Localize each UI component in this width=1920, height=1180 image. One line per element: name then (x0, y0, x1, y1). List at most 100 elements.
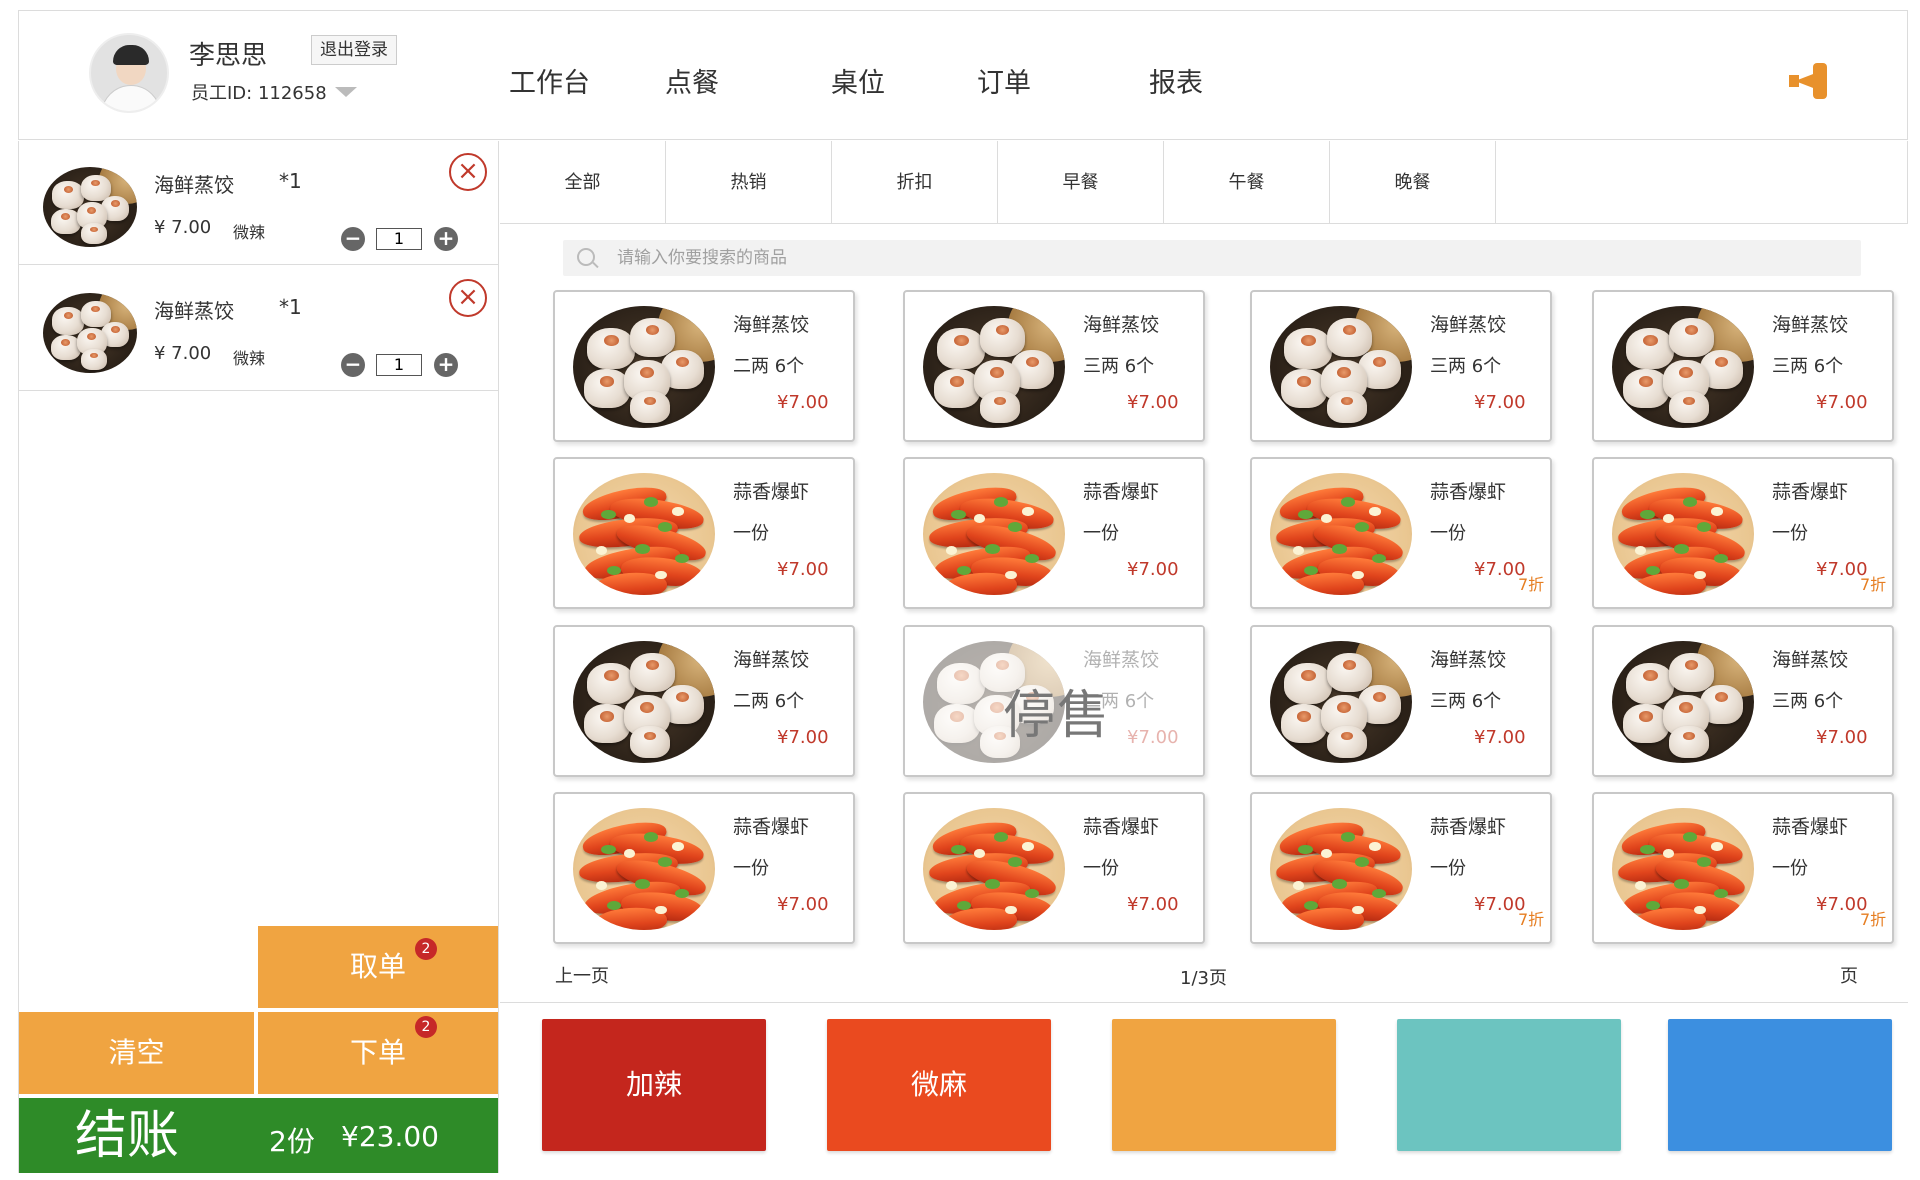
taste-button-3[interactable] (1112, 1019, 1336, 1151)
increase-quantity-icon[interactable]: + (434, 227, 458, 251)
product-card[interactable]: 蒜香爆虾 一份 ¥7.00 7折 (1592, 792, 1894, 944)
cart-item: 海鲜蒸饺 *1 ¥ 7.00 微辣 × −1 + (19, 141, 498, 265)
product-name: 蒜香爆虾 (1430, 816, 1507, 838)
nav-orders[interactable]: 订单 (977, 61, 1031, 100)
tab-hot[interactable]: 热销 (666, 141, 832, 224)
product-card[interactable]: 蒜香爆虾 一份 ¥7.00 (553, 457, 855, 609)
product-card[interactable]: 蒜香爆虾 一份 ¥7.00 7折 (1250, 457, 1552, 609)
quantity-input[interactable]: 1 (376, 228, 422, 250)
product-image (1612, 473, 1754, 595)
search-icon (577, 248, 595, 266)
tab-lunch[interactable]: 午餐 (1164, 141, 1330, 224)
product-price: ¥7.00 (777, 392, 829, 413)
clear-cart-button[interactable]: 清空 (19, 1012, 254, 1094)
product-card[interactable]: 蒜香爆虾 一份 ¥7.00 (553, 792, 855, 944)
product-spec: 一份 (1430, 523, 1466, 544)
product-name: 海鲜蒸饺 (733, 314, 810, 336)
product-image (1270, 306, 1412, 428)
product-name: 海鲜蒸饺 (733, 649, 810, 671)
remove-item-icon[interactable]: × (449, 153, 487, 191)
product-spec: 三两 6个 (1772, 691, 1844, 712)
product-spec: 三两 6个 (1772, 356, 1844, 377)
taste-button-4[interactable] (1397, 1019, 1621, 1151)
logout-button[interactable]: 退出登录 (311, 35, 397, 65)
tab-all[interactable]: 全部 (500, 141, 666, 224)
increase-quantity-icon[interactable]: + (434, 353, 458, 377)
product-card[interactable]: 海鲜蒸饺 三两 6个 ¥7.00 (1250, 625, 1552, 777)
place-order-button[interactable]: 下单 2 (258, 1012, 498, 1094)
product-name: 蒜香爆虾 (733, 481, 810, 503)
product-card[interactable]: 蒜香爆虾 一份 ¥7.00 (903, 457, 1205, 609)
product-discount: 7折 (1518, 575, 1545, 594)
product-card[interactable]: 海鲜蒸饺 三两 6个 ¥7.00 (1592, 290, 1894, 442)
product-spec: 一份 (1430, 858, 1466, 879)
product-name: 蒜香爆虾 (1430, 481, 1507, 503)
product-image (923, 808, 1065, 930)
checkout-total: ¥23.00 (341, 1120, 439, 1153)
product-price: ¥7.00 (1127, 894, 1179, 915)
nav-reports[interactable]: 报表 (1149, 61, 1203, 100)
tab-dinner[interactable]: 晚餐 (1330, 141, 1496, 224)
product-card[interactable]: 海鲜蒸饺二两 6个¥7.00停售 (903, 625, 1205, 777)
product-image (1612, 641, 1754, 763)
search-input[interactable] (617, 240, 1847, 276)
user-name: 李思思 (189, 41, 268, 71)
tab-breakfast[interactable]: 早餐 (998, 141, 1164, 224)
cart-item-image (43, 167, 137, 247)
cart-item-taste: 微辣 (233, 223, 266, 242)
nav-workbench[interactable]: 工作台 (509, 61, 590, 100)
product-name: 海鲜蒸饺 (1430, 649, 1507, 671)
product-card[interactable]: 海鲜蒸饺二两 6个 ¥7.00 (553, 625, 855, 777)
decrease-quantity-icon[interactable]: − (341, 353, 365, 377)
taste-button-mild-numbing[interactable]: 微麻 (827, 1019, 1051, 1151)
product-spec: 二两 6个 (733, 356, 805, 377)
nav-order-food[interactable]: 点餐 (665, 61, 719, 100)
cart-item-price: ¥ 7.00 (154, 343, 212, 364)
quantity-input[interactable]: 1 (376, 354, 422, 376)
chevron-down-icon[interactable] (335, 87, 357, 97)
fetch-order-label: 取单 (349, 950, 406, 983)
cart-item-name: 海鲜蒸饺 (154, 173, 234, 197)
fetch-order-button[interactable]: 取单 2 (258, 926, 498, 1008)
product-card[interactable]: 海鲜蒸饺 三两 6个 ¥7.00 (1592, 625, 1894, 777)
product-image (923, 306, 1065, 428)
taste-button-5[interactable] (1668, 1019, 1892, 1151)
product-name: 蒜香爆虾 (1772, 816, 1849, 838)
megaphone-icon[interactable] (1789, 61, 1831, 101)
tab-discount[interactable]: 折扣 (832, 141, 998, 224)
avatar[interactable] (89, 33, 169, 113)
product-price: ¥7.00 (777, 727, 829, 748)
cart-item-count: *1 (279, 295, 302, 319)
product-card[interactable]: 海鲜蒸饺二两 6个 ¥7.00 (553, 290, 855, 442)
product-price: ¥7.00 (1816, 727, 1868, 748)
cart-item-taste: 微辣 (233, 349, 266, 368)
category-tabs: 全部 热销 折扣 早餐 午餐 晚餐 (500, 141, 1908, 224)
cart-item-count: *1 (279, 169, 302, 193)
product-name: 海鲜蒸饺 (1772, 314, 1849, 336)
taste-button-extra-spicy[interactable]: 加辣 (542, 1019, 766, 1151)
checkout-count: 2份 (269, 1125, 315, 1158)
nav-tables[interactable]: 桌位 (831, 61, 885, 100)
cart-item-price: ¥ 7.00 (154, 217, 212, 238)
product-card[interactable]: 蒜香爆虾 一份 ¥7.00 (903, 792, 1205, 944)
product-spec: 三两 6个 (1430, 691, 1502, 712)
product-spec: 一份 (733, 523, 769, 544)
product-card[interactable]: 蒜香爆虾 一份 ¥7.00 7折 (1592, 457, 1894, 609)
pager-prev-button[interactable]: 上一页 (555, 962, 609, 988)
product-name: 蒜香爆虾 (1083, 481, 1160, 503)
product-image (573, 473, 715, 595)
product-discount: 7折 (1860, 910, 1887, 929)
product-spec: 一份 (733, 858, 769, 879)
product-card[interactable]: 蒜香爆虾 一份 ¥7.00 7折 (1250, 792, 1552, 944)
pager-next-button[interactable]: 页 (1840, 962, 1858, 988)
product-image (1612, 306, 1754, 428)
decrease-quantity-icon[interactable]: − (341, 227, 365, 251)
product-card[interactable]: 海鲜蒸饺 三两 6个 ¥7.00 (903, 290, 1205, 442)
remove-item-icon[interactable]: × (449, 279, 487, 317)
cart-panel: 海鲜蒸饺 *1 ¥ 7.00 微辣 × −1 + 海鲜蒸饺 *1 ¥ 7.00 微辣 × −1 + 取单 … (18, 141, 499, 1173)
checkout-button[interactable]: 结账 2份 ¥23.00 (19, 1098, 498, 1173)
product-card[interactable]: 海鲜蒸饺 三两 6个 ¥7.00 (1250, 290, 1552, 442)
product-image (1270, 641, 1412, 763)
product-spec: 二两 6个 (733, 691, 805, 712)
product-spec: 一份 (1083, 858, 1119, 879)
